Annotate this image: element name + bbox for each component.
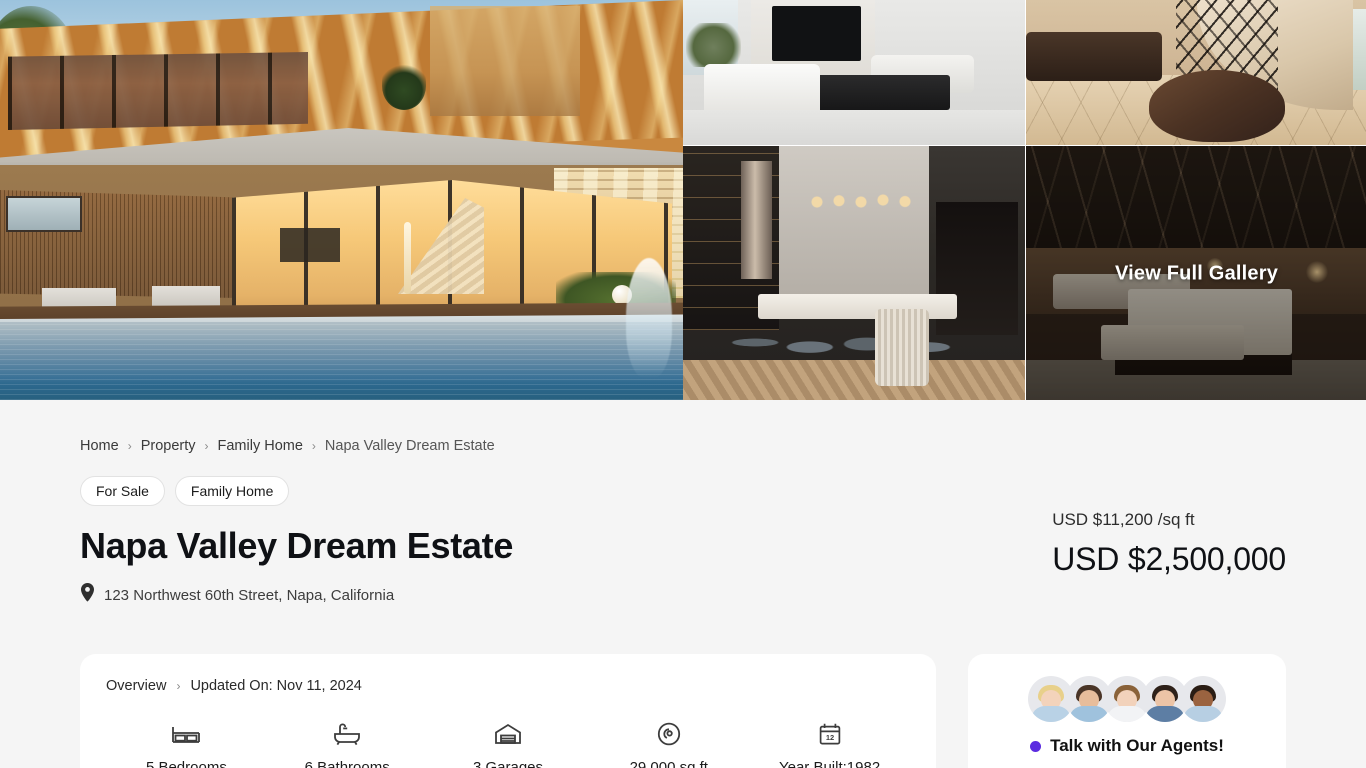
view-full-gallery-button[interactable]: View Full Gallery [1026,262,1366,285]
address-text: 123 Northwest 60th Street, Napa, Califor… [104,586,395,604]
stat-bathrooms-label: 6 Bathrooms [304,759,390,768]
upper-window-right [430,6,580,116]
stat-bedrooms: 5 Bedrooms [106,722,267,768]
agent-avatars [986,676,1268,722]
chevron-right-icon: › [204,439,209,453]
living-daybed [812,75,950,111]
breadcrumb: Home › Property › Family Home › Napa Val… [80,400,1286,454]
property-gallery: View Full Gallery [0,0,1366,400]
overview-updated-on: Updated On: Nov 11, 2024 [190,678,362,694]
stat-area-label: 29,000 sq.ft [629,759,708,768]
listing-header-left: For Sale Family Home Napa Valley Dream E… [80,454,513,607]
breadcrumb-item-home[interactable]: Home [80,438,119,454]
category-badge-family-home[interactable]: Family Home [174,476,290,506]
stat-garages-label: 3 Garages [472,759,544,768]
floor-lamp [404,222,411,294]
breadcrumb-item-family-home[interactable]: Family Home [218,438,303,454]
stat-bathrooms: 6 Bathrooms [267,722,428,768]
bed-icon [171,722,201,746]
breadcrumb-item-property[interactable]: Property [141,438,196,454]
agents-title: Talk with Our Agents! [1050,736,1224,755]
svg-text:12: 12 [825,733,833,742]
pool-reflection [0,322,683,400]
listing-content: Home › Property › Family Home › Napa Val… [0,400,1366,768]
water-feature [626,258,672,378]
overview-header: Overview › Updated On: Nov 11, 2024 [106,678,910,694]
living-floor [683,110,1025,145]
thumbnail-kitchen[interactable] [683,146,1025,400]
living-plant [686,23,742,67]
stat-garages: 3 Garages [428,722,589,768]
listing-badges: For Sale Family Home [80,476,513,506]
listing-price: USD $2,500,000 [1052,541,1286,577]
stat-year-built-label: Year Built:1982 [778,759,881,768]
chevron-right-icon: › [176,679,181,693]
living-sofa-left [703,63,820,116]
thumbnail-living-room[interactable] [683,0,1025,145]
property-stats: 5 Bedrooms 6 Bathrooms 3 Garages 29,000 … [106,722,910,768]
agent-avatar-5[interactable] [1180,676,1226,722]
property-address: 123 Northwest 60th Street, Napa, Califor… [80,583,513,607]
calendar-icon: 12 [818,722,842,746]
page-title: Napa Valley Dream Estate [80,525,514,566]
listing-price-block: USD $11,200 /sq ft USD $2,500,000 [1052,454,1286,578]
pendant-lights [806,186,916,213]
thumbnail-bedroom[interactable]: View Full Gallery [1026,146,1366,400]
table-base [874,309,930,386]
overview-card: Overview › Updated On: Nov 11, 2024 5 Be… [80,654,936,768]
map-pin-icon [80,583,95,607]
thumbnail-staircase[interactable] [1026,0,1366,145]
chevron-right-icon: › [311,439,316,453]
interior-tv [280,228,340,262]
living-tv [771,5,861,61]
price-per-sqft: USD $11,200 /sq ft [1052,510,1195,529]
stat-bedrooms-label: 5 Bedrooms [145,759,227,768]
garage-icon [494,722,522,746]
status-dot-icon [1030,740,1042,752]
agents-title-row: Talk with Our Agents! [986,736,1268,756]
listing-header: For Sale Family Home Napa Valley Dream E… [80,454,1286,607]
stat-area: 29,000 sq.ft [588,722,749,768]
breadcrumb-item-current: Napa Valley Dream Estate [324,438,495,454]
stairs-leather-sofa [1026,31,1163,82]
area-icon [657,722,681,746]
thumbnail-grid: View Full Gallery [683,0,1366,400]
status-badge-for-sale[interactable]: For Sale [80,476,165,506]
upper-window-band [8,52,308,130]
balcony-plant [382,62,426,110]
cards-row: Overview › Updated On: Nov 11, 2024 5 Be… [80,654,1286,768]
kitchen-range-hood [741,161,772,279]
marble-step-base [1148,69,1286,143]
chevron-right-icon: › [127,439,132,453]
left-window [6,196,82,232]
bathtub-icon [332,722,362,746]
overview-label[interactable]: Overview [106,678,166,694]
stat-year-built: 12 Year Built:1982 [749,722,910,768]
kitchen-backwall [778,146,930,305]
agents-card: Talk with Our Agents! Contact our Suppor… [968,654,1286,768]
hero-image[interactable] [0,0,683,400]
